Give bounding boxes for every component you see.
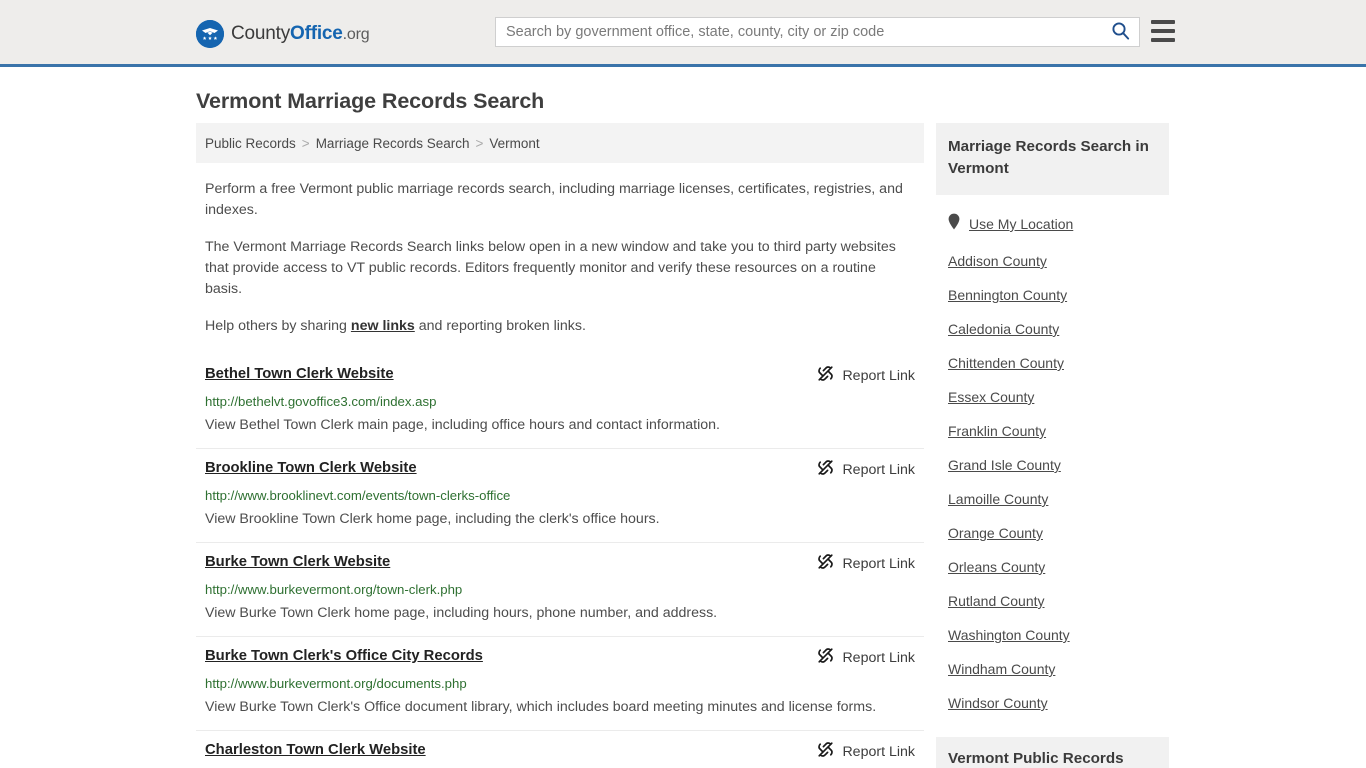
- result-item: Burke Town Clerk Website Report Link http:…: [196, 543, 924, 637]
- sidebar-county-link[interactable]: Grand Isle County: [948, 439, 1157, 473]
- report-link-button[interactable]: Report Link: [817, 647, 915, 669]
- sidebar-county-link[interactable]: Lamoille County: [948, 473, 1157, 507]
- search-input[interactable]: [496, 18, 1101, 46]
- result-title-link[interactable]: Bethel Town Clerk Website: [205, 364, 394, 384]
- sidebar-county-link[interactable]: Franklin County: [948, 405, 1157, 439]
- sidebar-county-link[interactable]: Chittenden County: [948, 337, 1157, 371]
- hamburger-menu-icon[interactable]: [1151, 20, 1175, 42]
- result-item: Bethel Town Clerk Website Report Link http…: [196, 355, 924, 449]
- broken-link-icon: [817, 553, 834, 575]
- result-header: Brookline Town Clerk Website Report Link: [205, 458, 915, 481]
- sidebar-county-link[interactable]: Orange County: [948, 507, 1157, 541]
- breadcrumb-item-vermont: Vermont: [489, 135, 540, 151]
- map-pin-icon: [948, 213, 960, 235]
- report-link-button[interactable]: Report Link: [817, 741, 915, 763]
- report-link-label: Report Link: [842, 650, 915, 666]
- sidebar-county-link[interactable]: Washington County: [948, 609, 1157, 643]
- hamburger-bar: [1151, 20, 1175, 24]
- search-button[interactable]: [1101, 18, 1139, 46]
- page-title: Vermont Marriage Records Search: [196, 89, 545, 113]
- report-link-label: Report Link: [842, 556, 915, 572]
- result-url[interactable]: http://www.burkevermont.org/documents.ph…: [205, 675, 915, 692]
- broken-link-icon: [817, 459, 834, 481]
- result-url[interactable]: http://www.burkevermont.org/town-clerk.p…: [205, 581, 915, 598]
- logo-text-county: County: [231, 23, 291, 44]
- new-links-link[interactable]: new links: [351, 318, 415, 334]
- result-url[interactable]: http://bethelvt.govoffice3.com/index.asp: [205, 393, 915, 410]
- search-bar[interactable]: [495, 17, 1140, 47]
- eagle-shield-logo-icon: [196, 20, 224, 48]
- intro-text-after-link: and reporting broken links.: [414, 318, 586, 334]
- intro-paragraph-3: Help others by sharing new links and rep…: [205, 316, 915, 337]
- intro-section: Perform a free Vermont public marriage r…: [196, 179, 924, 337]
- result-title-link[interactable]: Brookline Town Clerk Website: [205, 458, 417, 478]
- broken-link-icon: [817, 741, 834, 763]
- sidebar-county-list: Use My Location Addison County Bennington…: [936, 195, 1169, 711]
- sidebar-county-link[interactable]: Windham County: [948, 643, 1157, 677]
- sidebar-county-link[interactable]: Windsor County: [948, 677, 1157, 711]
- broken-link-icon: [817, 365, 834, 387]
- result-description: View Bethel Town Clerk main page, includ…: [205, 417, 720, 433]
- result-title-link[interactable]: Burke Town Clerk Website: [205, 552, 390, 572]
- report-link-label: Report Link: [842, 744, 915, 760]
- report-link-label: Report Link: [842, 368, 915, 384]
- sidebar-county-link[interactable]: Essex County: [948, 371, 1157, 405]
- results-list: Bethel Town Clerk Website Report Link http…: [196, 355, 924, 768]
- sidebar-county-link[interactable]: Addison County: [948, 235, 1157, 269]
- sidebar-bottom-heading: Vermont Public Records: [936, 737, 1169, 768]
- result-item: Charleston Town Clerk Website Report Link…: [196, 731, 924, 768]
- sidebar-county-link[interactable]: Rutland County: [948, 575, 1157, 609]
- hamburger-bar: [1151, 38, 1175, 42]
- breadcrumb: Public Records > Marriage Records Search…: [196, 123, 924, 163]
- result-header: Bethel Town Clerk Website Report Link: [205, 364, 915, 387]
- header-inner: CountyOffice.org: [0, 0, 1366, 64]
- sidebar-heading: Marriage Records Search in Vermont: [936, 123, 1169, 195]
- breadcrumb-item-public-records[interactable]: Public Records: [205, 136, 296, 151]
- logo-text-org: .org: [342, 26, 370, 43]
- sidebar-county-link[interactable]: Orleans County: [948, 541, 1157, 575]
- county-links-container: Addison County Bennington County Caledonia…: [948, 235, 1157, 711]
- breadcrumb-separator-icon: >: [475, 135, 484, 151]
- sidebar-county-link[interactable]: Bennington County: [948, 269, 1157, 303]
- report-link-button[interactable]: Report Link: [817, 459, 915, 481]
- result-description: View Burke Town Clerk home page, includi…: [205, 605, 718, 621]
- result-header: Charleston Town Clerk Website Report Link: [205, 740, 915, 763]
- result-description: View Brookline Town Clerk home page, inc…: [205, 511, 660, 527]
- result-url[interactable]: http://www.brooklinevt.com/events/town-c…: [205, 487, 915, 504]
- broken-link-icon: [817, 647, 834, 669]
- site-logo[interactable]: CountyOffice.org: [196, 20, 370, 48]
- intro-paragraph-1: Perform a free Vermont public marriage r…: [205, 181, 903, 218]
- use-my-location-label: Use My Location: [969, 216, 1074, 232]
- site-header: CountyOffice.org: [0, 0, 1366, 67]
- intro-paragraph-2: The Vermont Marriage Records Search link…: [205, 239, 896, 297]
- report-link-button[interactable]: Report Link: [817, 553, 915, 575]
- intro-text-before-link: Help others by sharing: [205, 318, 351, 334]
- sidebar-county-link[interactable]: Caledonia County: [948, 303, 1157, 337]
- breadcrumb-separator-icon: >: [301, 135, 310, 151]
- site-logo-text: CountyOffice.org: [231, 23, 370, 45]
- result-item: Burke Town Clerk's Office City Records Re…: [196, 637, 924, 731]
- logo-text-office: Office: [290, 23, 343, 44]
- search-icon: [1111, 21, 1130, 43]
- breadcrumb-item-marriage-records-search[interactable]: Marriage Records Search: [316, 136, 470, 151]
- sidebar: Marriage Records Search in Vermont Use M…: [936, 123, 1169, 768]
- main-content-column: Public Records > Marriage Records Search…: [196, 123, 924, 768]
- result-title-link[interactable]: Burke Town Clerk's Office City Records: [205, 646, 483, 666]
- use-my-location-button[interactable]: Use My Location: [948, 195, 1157, 235]
- report-link-button[interactable]: Report Link: [817, 365, 915, 387]
- result-description: View Burke Town Clerk's Office document …: [205, 699, 877, 715]
- hamburger-bar: [1151, 29, 1175, 33]
- report-link-label: Report Link: [842, 462, 915, 478]
- result-item: Brookline Town Clerk Website Report Link h…: [196, 449, 924, 543]
- result-title-link[interactable]: Charleston Town Clerk Website: [205, 740, 426, 760]
- result-header: Burke Town Clerk Website Report Link: [205, 552, 915, 575]
- result-header: Burke Town Clerk's Office City Records Re…: [205, 646, 915, 669]
